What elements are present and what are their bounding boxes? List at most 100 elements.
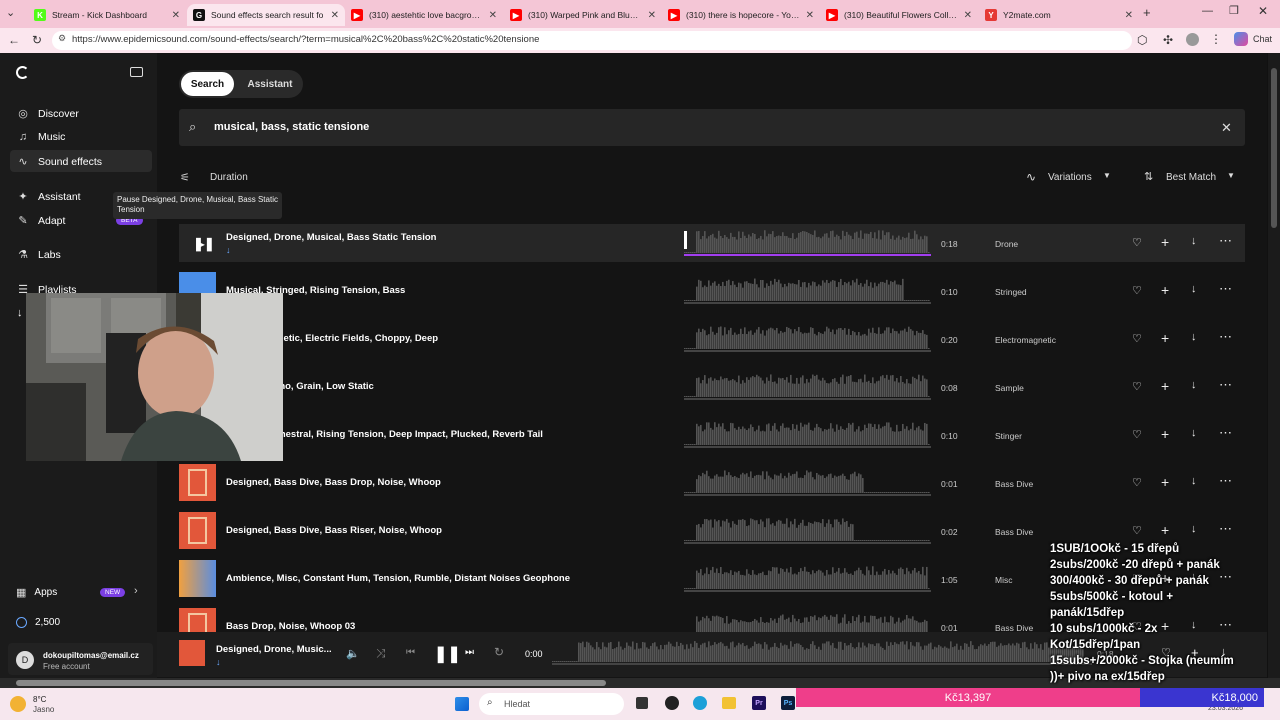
more-options-icon[interactable]: ⋯	[1219, 329, 1232, 345]
url-text[interactable]: https://www.epidemicsound.com/sound-effe…	[72, 34, 539, 45]
track-thumbnail[interactable]	[179, 512, 216, 549]
collapse-sidebar-icon[interactable]	[130, 67, 143, 77]
taskbar-search[interactable]: ⌕ Hledat	[479, 693, 624, 715]
next-icon[interactable]: ⏭	[465, 647, 474, 658]
playhead-marker[interactable]	[684, 231, 687, 249]
track-waveform[interactable]	[684, 517, 931, 545]
search-input[interactable]: musical, bass, static tensione	[214, 121, 369, 133]
add-to-playlist-icon[interactable]: +	[1161, 282, 1169, 298]
player-title[interactable]: Designed, Drone, Music...	[216, 644, 332, 655]
more-options-icon[interactable]: ⋯	[1219, 521, 1232, 537]
credits-counter[interactable]: 2,500	[16, 617, 60, 628]
extensions-icon[interactable]: ✣	[1163, 33, 1173, 47]
account-card[interactable]: D dokoupiltomas@email.cz Free account	[8, 643, 153, 675]
browser-tab[interactable]: ▶ (310) there is hopecore - YouTube ✕	[662, 4, 820, 26]
pause-icon[interactable]: ❚❚	[434, 644, 461, 664]
browser-tab[interactable]: ▶ (310) Beautiful Flowers Collection ✕	[820, 4, 978, 26]
track-waveform[interactable]	[684, 565, 931, 593]
photoshop-app-icon[interactable]: Ps	[781, 696, 795, 710]
track-row[interactable]: Electromagnetic, Electric Fields, Choppy…	[179, 320, 1245, 358]
download-icon[interactable]: ↓	[1191, 379, 1197, 391]
download-icon[interactable]: ↓	[1191, 283, 1197, 295]
browser-tab[interactable]: G Sound effects search result fo ✕	[187, 4, 345, 26]
favorite-icon[interactable]: ♡	[1132, 524, 1142, 537]
add-to-playlist-icon[interactable]: +	[1161, 474, 1169, 490]
clear-search-icon[interactable]: ✕	[1221, 120, 1232, 136]
shuffle-icon[interactable]: ⤨	[376, 646, 386, 661]
close-tab-icon[interactable]: ✕	[489, 10, 497, 21]
download-icon[interactable]: ↓	[1191, 523, 1197, 535]
close-tab-icon[interactable]: ✕	[964, 10, 972, 21]
add-to-playlist-icon[interactable]: +	[1161, 330, 1169, 346]
sidebar-item-apps[interactable]: ▦ Apps	[16, 586, 57, 599]
minimize-icon[interactable]: —	[1202, 5, 1213, 17]
download-icon[interactable]: ↓	[1191, 331, 1197, 343]
add-to-playlist-icon[interactable]: +	[1161, 234, 1169, 250]
repeat-icon[interactable]: ↻	[494, 645, 504, 659]
download-icon[interactable]: ↓	[1191, 427, 1197, 439]
close-tab-icon[interactable]: ✕	[1125, 10, 1133, 21]
profile-avatar[interactable]	[1186, 33, 1199, 46]
sidebar-item-adapt[interactable]: ✎ Adapt	[16, 214, 65, 228]
menu-dots-icon[interactable]: ⋮	[1210, 32, 1222, 46]
horizontal-scrollbar-thumb[interactable]	[16, 680, 606, 686]
previous-icon[interactable]: ⏮	[406, 647, 415, 658]
player-download-icon[interactable]: ↓	[216, 657, 221, 667]
track-row[interactable]: Sample, Piano, Grain, Low Static 0:08 Samp…	[179, 368, 1245, 406]
sort-caret-icon[interactable]: ▼	[1227, 171, 1235, 180]
more-options-icon[interactable]: ⋯	[1219, 281, 1232, 297]
player-waveform[interactable]	[552, 640, 1092, 666]
premiere-app-icon[interactable]: Pr	[752, 696, 766, 710]
track-waveform[interactable]	[684, 421, 931, 449]
more-options-icon[interactable]: ⋯	[1219, 425, 1232, 441]
tab-search[interactable]: Search	[181, 72, 234, 96]
track-title[interactable]: Designed, Drone, Musical, Bass Static Te…	[226, 232, 436, 243]
close-tab-icon[interactable]: ✕	[331, 10, 339, 21]
track-category[interactable]: Sample	[995, 383, 1024, 393]
sidebar-item-music[interactable]: ♫ Music	[16, 131, 66, 143]
track-category[interactable]: Bass Dive	[995, 479, 1033, 489]
favorite-icon[interactable]: ♡	[1132, 380, 1142, 393]
favorite-icon[interactable]: ♡	[1132, 476, 1142, 489]
track-title[interactable]: Designed, Bass Dive, Bass Riser, Noise, …	[226, 525, 442, 536]
track-waveform[interactable]	[684, 277, 931, 305]
tab-list-chevron-icon[interactable]: ⌄	[6, 6, 15, 19]
track-title[interactable]: Ambience, Misc, Constant Hum, Tension, R…	[226, 573, 570, 584]
track-category[interactable]: Electromagnetic	[995, 335, 1056, 345]
file-explorer-icon[interactable]	[722, 697, 736, 709]
apps-chevron-icon[interactable]: ›	[134, 585, 138, 597]
sidebar-item-labs[interactable]: ⚗ Labs	[16, 248, 61, 262]
epidemic-logo-icon[interactable]	[16, 66, 29, 79]
browser-tab[interactable]: ▶ (310) aestehtic love bacground - Y ✕	[345, 4, 503, 26]
track-row[interactable]: Designed, Bass Dive, Bass Drop, Noise, W…	[179, 464, 1245, 502]
download-icon[interactable]: ↓	[1191, 475, 1197, 487]
edge-app-icon[interactable]	[693, 696, 707, 710]
chat-label[interactable]: Chat	[1253, 34, 1272, 44]
close-tab-icon[interactable]: ✕	[172, 10, 180, 21]
close-window-icon[interactable]: ✕	[1258, 4, 1268, 18]
variations-caret-icon[interactable]: ▼	[1103, 171, 1111, 180]
add-to-playlist-icon[interactable]: +	[1161, 522, 1169, 538]
close-tab-icon[interactable]: ✕	[806, 10, 814, 21]
favorite-icon[interactable]: ♡	[1132, 332, 1142, 345]
close-tab-icon[interactable]: ✕	[648, 10, 656, 21]
track-category[interactable]: Drone	[995, 239, 1018, 249]
task-view-icon[interactable]	[636, 697, 648, 709]
extension-icon[interactable]: ⬡	[1137, 33, 1147, 47]
track-thumbnail[interactable]	[179, 560, 216, 597]
browser-tab[interactable]: Y Y2mate.com ✕	[979, 4, 1139, 26]
volume-icon[interactable]: 🔈	[346, 647, 360, 660]
track-title[interactable]: Bass Drop, Noise, Whoop 03	[226, 621, 355, 632]
favorite-icon[interactable]: ♡	[1132, 236, 1142, 249]
track-row[interactable]: Musical, Stringed, Rising Tension, Bass 0…	[179, 272, 1245, 310]
variations-toggle[interactable]: Variations	[1048, 172, 1092, 183]
track-category[interactable]: Bass Dive	[995, 527, 1033, 537]
sidebar-item-assistant[interactable]: ✦ Assistant	[16, 190, 80, 204]
track-waveform[interactable]	[684, 373, 931, 401]
track-title[interactable]: Designed, Bass Dive, Bass Drop, Noise, W…	[226, 477, 441, 488]
sidebar-item-discover[interactable]: ◎ Discover	[16, 107, 79, 121]
favorite-icon[interactable]: ♡	[1132, 284, 1142, 297]
track-category[interactable]: Misc	[995, 575, 1012, 585]
obs-app-icon[interactable]	[665, 696, 679, 710]
track-row[interactable]: ❚❚ Designed, Drone, Musical, Bass Static …	[179, 224, 1245, 262]
